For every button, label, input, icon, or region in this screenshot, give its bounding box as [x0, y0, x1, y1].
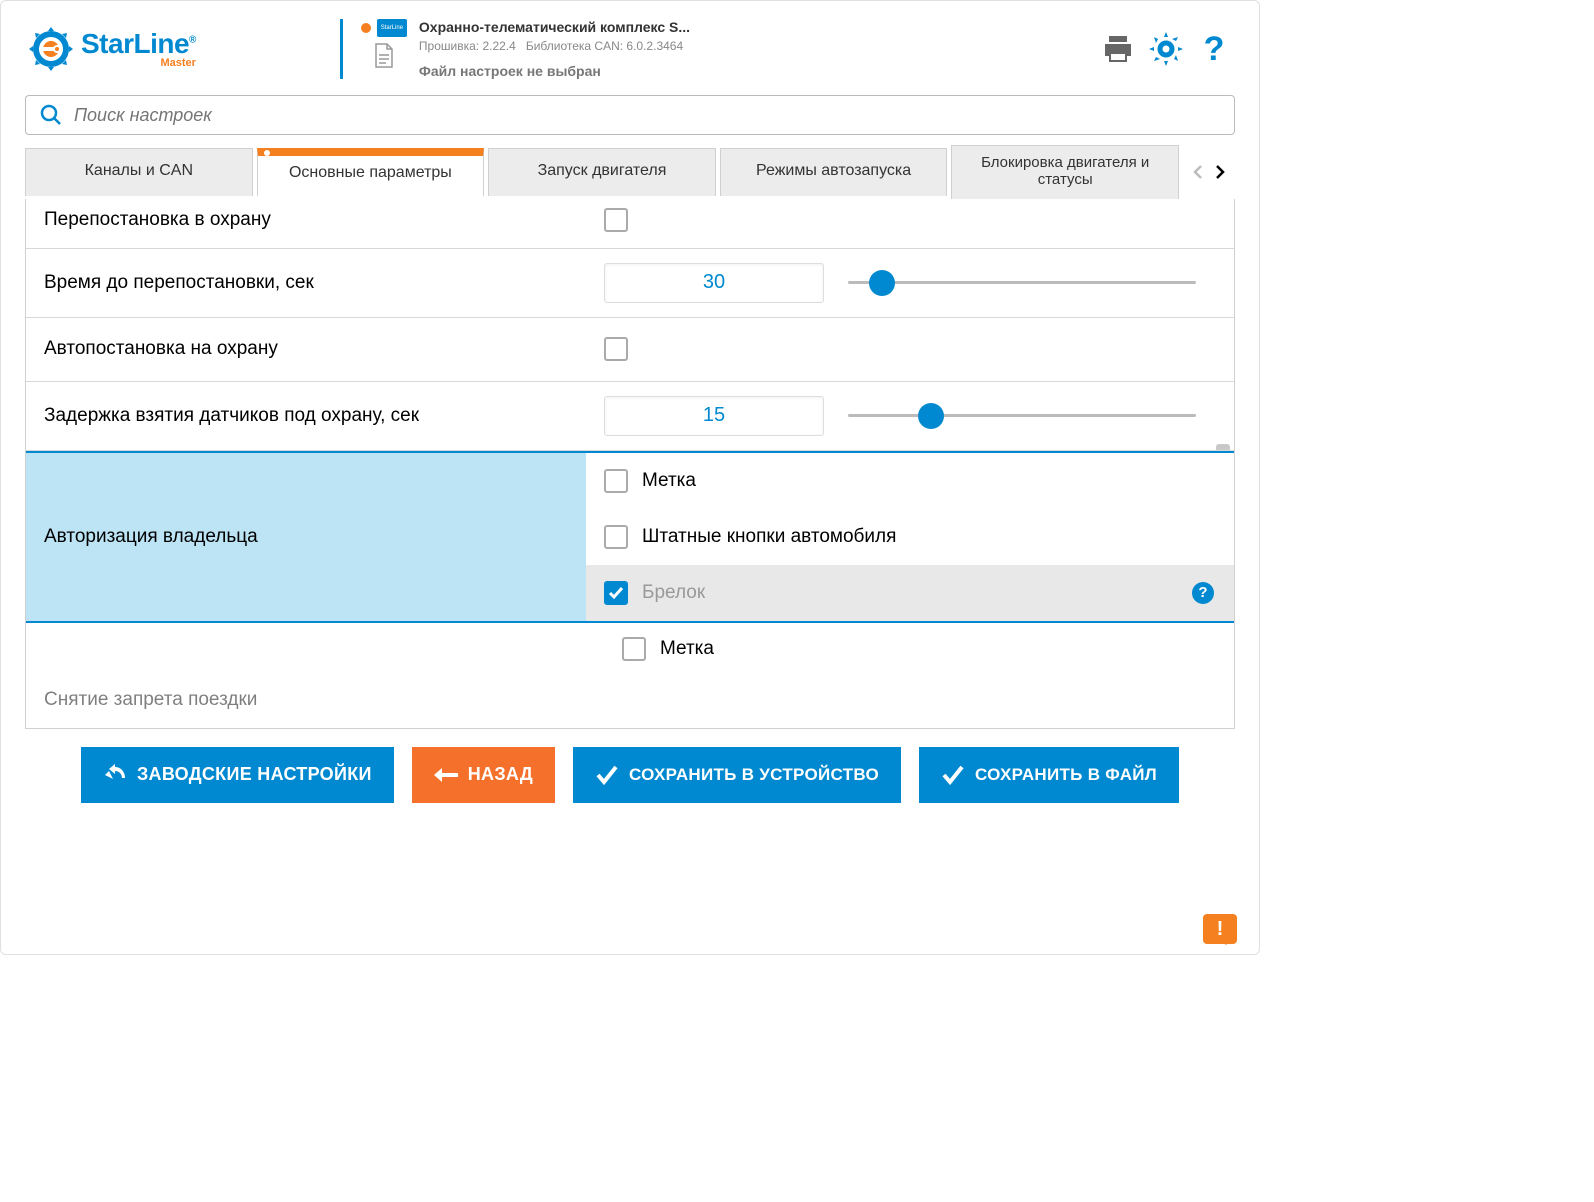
row-label: Авторизация владельца — [26, 453, 586, 621]
check-icon — [941, 763, 965, 787]
row-label: Автопостановка на охрану — [44, 338, 604, 360]
factory-reset-button[interactable]: ЗАВОДСКИЕ НАСТРОЙКИ — [81, 747, 394, 803]
tabs-next-icon[interactable] — [1211, 163, 1229, 181]
save-to-file-button[interactable]: СОХРАНИТЬ В ФАЙЛ — [919, 747, 1179, 803]
auth-option-tag[interactable]: Метка — [586, 453, 1234, 509]
search-input[interactable] — [74, 105, 1220, 126]
row-label: Снятие запрета поездки — [44, 689, 604, 711]
print-icon[interactable] — [1101, 32, 1135, 66]
auth-buttons-checkbox[interactable] — [604, 525, 628, 549]
app-window: StarLine® Master StarLine Охранно-телема… — [0, 0, 1260, 955]
row-label: Перепостановка в охрану — [44, 209, 604, 231]
option-label: Метка — [660, 638, 714, 660]
option-label: Штатные кнопки автомобиля — [642, 526, 896, 548]
save-to-device-button[interactable]: СОХРАНИТЬ В УСТРОЙСТВО — [573, 747, 901, 803]
file-status: Файл настроек не выбран — [419, 63, 690, 79]
logo-brand: StarLine — [81, 28, 189, 59]
logo: StarLine® Master — [29, 27, 196, 71]
logo-sub: Master — [81, 58, 196, 69]
row-label: Задержка взятия датчиков под охрану, сек — [44, 405, 604, 427]
row-label: Время до перепостановки, сек — [44, 272, 604, 294]
undo-arrow-icon — [103, 763, 127, 787]
settings-panel[interactable]: Перепостановка в охрану Время до перепос… — [25, 199, 1235, 729]
sensor-delay-slider[interactable] — [848, 404, 1196, 428]
tab-autostart-modes[interactable]: Режимы автозапуска — [720, 148, 948, 196]
help-icon[interactable]: ? — [1197, 32, 1231, 66]
auth-tag-checkbox[interactable] — [604, 469, 628, 493]
back-button[interactable]: НАЗАД — [412, 747, 555, 803]
auth-option-buttons[interactable]: Штатные кнопки автомобиля — [586, 509, 1234, 565]
header: StarLine® Master StarLine Охранно-телема… — [1, 1, 1259, 89]
check-icon — [595, 763, 619, 787]
device-badge-icon: StarLine — [377, 19, 407, 37]
option-label: Брелок — [642, 582, 705, 604]
row-owner-auth: Авторизация владельца Метка Штатные кноп… — [26, 451, 1234, 623]
search-icon — [40, 104, 62, 126]
row-next-group: Метка — [26, 623, 1234, 675]
next-option-tag[interactable]: Метка — [604, 623, 1216, 675]
device-title: Охранно-телематический комплекс S... — [419, 19, 690, 35]
rearm-time-slider[interactable] — [848, 271, 1196, 295]
footer: ЗАВОДСКИЕ НАСТРОЙКИ НАЗАД СОХРАНИТЬ В УС… — [1, 729, 1259, 821]
rearm-checkbox[interactable] — [604, 208, 628, 232]
settings-gear-icon[interactable] — [1149, 32, 1183, 66]
gear-wrench-icon — [29, 27, 73, 71]
autoarm-checkbox[interactable] — [604, 337, 628, 361]
row-trip-block-remove: Снятие запрета поездки — [26, 675, 1234, 711]
device-info: StarLine Охранно-телематический комплекс… — [340, 19, 840, 79]
search-bar[interactable] — [25, 95, 1235, 135]
tab-engine-start[interactable]: Запуск двигателя — [488, 148, 716, 196]
row-autoarm: Автопостановка на охрану — [26, 318, 1234, 382]
notification-icon[interactable]: ! — [1203, 914, 1237, 944]
canlib-label: Библиотека CAN: 6.0.2.3464 — [526, 39, 683, 53]
option-label: Метка — [642, 470, 696, 492]
next-tag-checkbox[interactable] — [622, 637, 646, 661]
tab-main-params[interactable]: Основные параметры — [257, 148, 485, 196]
firmware-label: Прошивка: 2.22.4 — [419, 39, 516, 53]
svg-text:?: ? — [1204, 32, 1225, 66]
tabs: Каналы и CAN Основные параметры Запуск д… — [25, 145, 1235, 199]
status-dot-icon — [361, 23, 371, 33]
auth-fob-checkbox[interactable] — [604, 581, 628, 605]
back-arrow-icon — [434, 763, 458, 787]
fob-help-icon[interactable]: ? — [1192, 582, 1214, 604]
row-sensor-delay: Задержка взятия датчиков под охрану, сек — [26, 382, 1234, 451]
auth-option-fob[interactable]: Брелок ? — [586, 565, 1234, 621]
row-rearm: Перепостановка в охрану — [26, 199, 1234, 249]
sensor-delay-input[interactable] — [604, 396, 824, 436]
tab-channels-can[interactable]: Каналы и CAN — [25, 148, 253, 196]
row-rearm-time: Время до перепостановки, сек — [26, 249, 1234, 318]
rearm-time-input[interactable] — [604, 263, 824, 303]
tab-engine-block[interactable]: Блокировка двигателя и статусы — [951, 145, 1179, 199]
tabs-prev-icon[interactable] — [1189, 163, 1207, 181]
file-icon — [373, 43, 395, 69]
